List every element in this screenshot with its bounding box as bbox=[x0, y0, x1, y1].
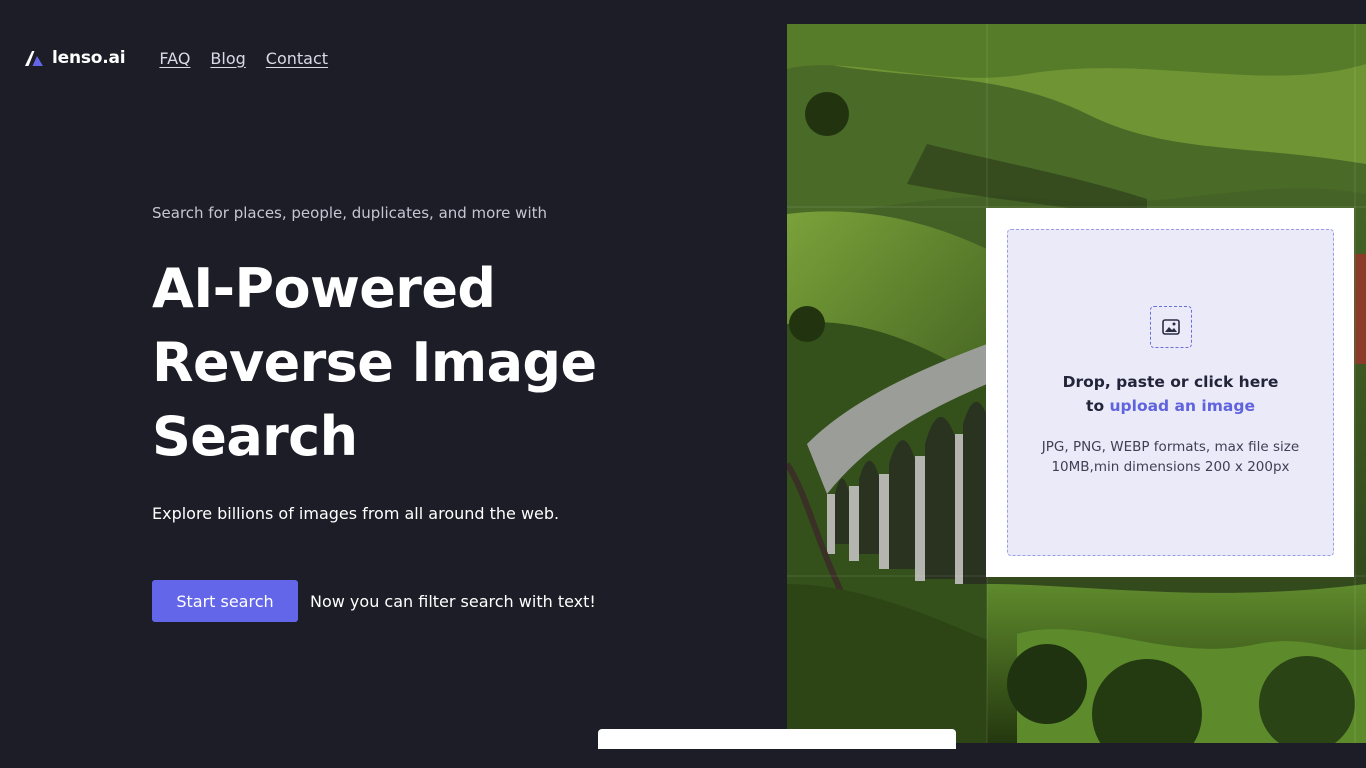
hero-subtext: Explore billions of images from all arou… bbox=[152, 504, 560, 523]
hero-headline: AI-Powered Reverse Image Search bbox=[152, 252, 752, 474]
bottom-panel-edge bbox=[598, 729, 956, 749]
image-icon bbox=[1150, 306, 1192, 348]
headline-line-3: Search bbox=[152, 405, 358, 468]
header: lenso.ai FAQ Blog Contact bbox=[24, 44, 328, 72]
upload-card: Drop, paste or click here to upload an i… bbox=[986, 208, 1354, 577]
upload-dropzone[interactable]: Drop, paste or click here to upload an i… bbox=[1007, 229, 1334, 556]
lenso-logo-icon bbox=[25, 51, 43, 66]
hero-kicker: Search for places, people, duplicates, a… bbox=[152, 204, 548, 222]
filter-note: Now you can filter search with text! bbox=[310, 591, 596, 611]
drop-title-line-1: Drop, paste or click here bbox=[1062, 373, 1279, 391]
drop-title-line-2: to upload an image bbox=[1008, 394, 1333, 418]
top-nav: FAQ Blog Contact bbox=[159, 49, 328, 68]
start-search-button[interactable]: Start search bbox=[152, 580, 298, 622]
format-info-line-1: JPG, PNG, WEBP formats, max file size bbox=[1041, 439, 1300, 455]
nav-link-contact[interactable]: Contact bbox=[266, 49, 328, 68]
format-info-line-2: 10MB,min dimensions 200 x 200px bbox=[1051, 459, 1290, 475]
upload-image-link[interactable]: upload an image bbox=[1110, 397, 1255, 415]
brand-logo[interactable]: lenso.ai bbox=[24, 48, 126, 68]
drop-title-to: to bbox=[1086, 397, 1105, 415]
drop-title: Drop, paste or click here to upload an i… bbox=[1008, 370, 1333, 418]
nav-link-blog[interactable]: Blog bbox=[210, 49, 245, 68]
brand-name: lenso.ai bbox=[52, 48, 126, 68]
nav-link-faq[interactable]: FAQ bbox=[159, 49, 190, 68]
page: lenso.ai FAQ Blog Contact Search for pla… bbox=[0, 0, 1366, 768]
cta-row: Start search Now you can filter search w… bbox=[152, 580, 596, 622]
upload-format-info: JPG, PNG, WEBP formats, max file size 10… bbox=[1008, 437, 1333, 477]
hero-section: Search for places, people, duplicates, a… bbox=[152, 204, 752, 622]
headline-line-2: Reverse Image bbox=[152, 331, 597, 394]
headline-line-1: AI-Powered bbox=[152, 257, 496, 320]
